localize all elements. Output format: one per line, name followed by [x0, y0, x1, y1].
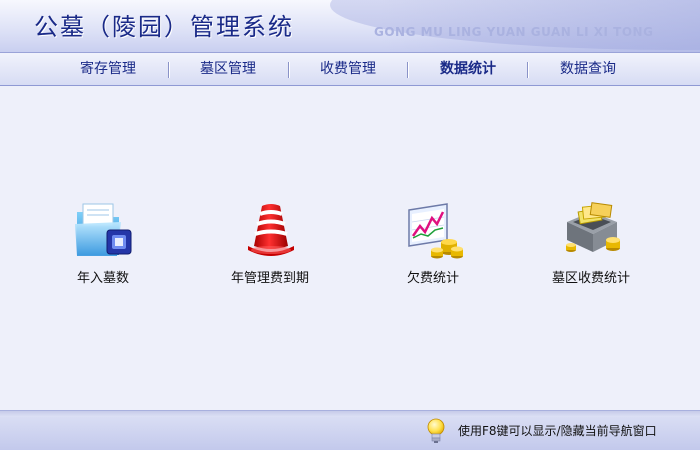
management-fee-due-label: 年管理费到期: [230, 271, 309, 286]
nav-item-storage[interactable]: 寄存管理: [58, 53, 158, 86]
nav-item-fees[interactable]: 收费管理: [298, 53, 398, 86]
annual-burials-button[interactable]: 年入墓数: [28, 200, 178, 290]
folder-icon: [75, 203, 132, 256]
bell-icon: [248, 204, 294, 256]
status-bar: 使用F8键可以显示/隐藏当前导航窗口: [0, 410, 700, 450]
nav-separator: [407, 62, 409, 78]
main-panel: 年入墓数 年管理费到期 欠费统计 墓区收费统计: [0, 86, 700, 410]
status-bar-band: [0, 411, 700, 417]
area-fee-statistics-button[interactable]: 墓区收费统计: [516, 200, 666, 290]
money-box-icon: [566, 202, 620, 252]
lightbulb-icon: [427, 418, 445, 443]
nav-item-statistics[interactable]: 数据统计: [418, 53, 518, 86]
nav-item-cemetery-area[interactable]: 墓区管理: [178, 53, 278, 86]
nav-separator: [288, 62, 290, 78]
arrears-statistics-button[interactable]: 欠费统计: [358, 200, 508, 290]
chart-coins-icon: [408, 203, 463, 259]
nav-item-query[interactable]: 数据查询: [538, 53, 638, 86]
title-bar: 公墓（陵园）管理系统 GONG MU LING YUAN GUAN LI XI …: [0, 0, 700, 52]
annual-burials-label: 年入墓数: [76, 271, 129, 286]
arrears-statistics-label: 欠费统计: [406, 271, 459, 286]
management-fee-due-button[interactable]: 年管理费到期: [195, 200, 345, 290]
status-text: 使用F8键可以显示/隐藏当前导航窗口: [458, 424, 657, 438]
app-window: 公墓（陵园）管理系统 GONG MU LING YUAN GUAN LI XI …: [0, 0, 700, 450]
nav-separator: [168, 62, 170, 78]
app-title: 公墓（陵园）管理系统: [34, 13, 294, 41]
nav-bar: 寄存管理 墓区管理 收费管理 数据统计 数据查询: [0, 52, 700, 86]
area-fee-statistics-label: 墓区收费统计: [551, 271, 630, 286]
app-subtitle: GONG MU LING YUAN GUAN LI XI TONG: [374, 25, 654, 39]
nav-separator: [527, 62, 529, 78]
